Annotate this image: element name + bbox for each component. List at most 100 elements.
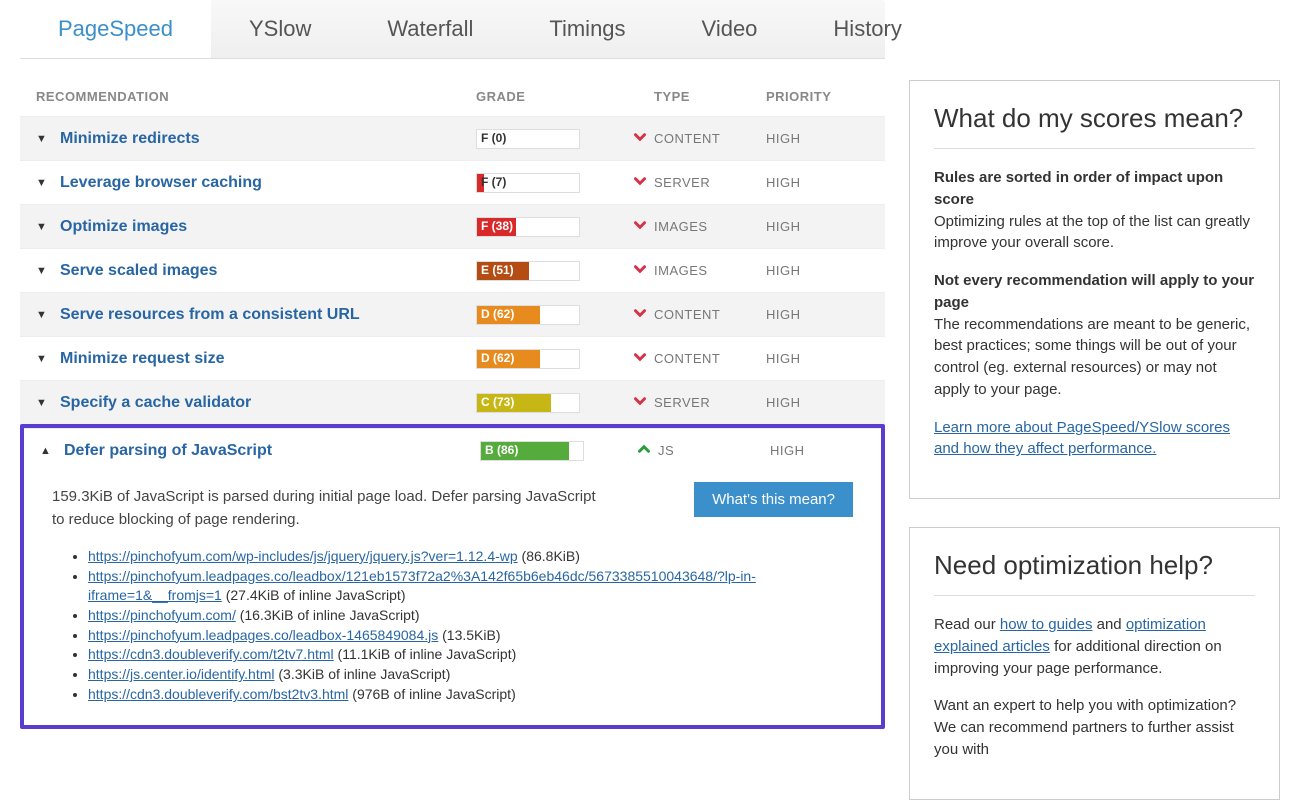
priority-cell: HIGH: [766, 131, 869, 146]
chevron-down-icon: [626, 260, 654, 281]
type-cell: IMAGES: [654, 219, 766, 234]
expanded-panel: ▲ Defer parsing of JavaScript B (86) JS …: [20, 424, 885, 729]
caret-down-icon: ▼: [36, 133, 50, 145]
list-item: https://pinchofyum.com/wp-includes/js/jq…: [88, 547, 853, 566]
header-type: TYPE: [654, 89, 766, 104]
grade-bar: B (86): [480, 441, 584, 461]
card-paragraph: Rules are sorted in order of impact upon…: [934, 167, 1255, 254]
chevron-down-icon: [626, 304, 654, 325]
priority-cell: HIGH: [766, 219, 869, 234]
how-to-guides-link[interactable]: how to guides: [1000, 616, 1093, 633]
caret-down-icon: ▼: [36, 353, 50, 365]
card-title: Need optimization help?: [934, 550, 1255, 596]
grade-text: E (51): [481, 263, 514, 277]
priority-cell: HIGH: [766, 351, 869, 366]
type-cell: CONTENT: [654, 307, 766, 322]
recommendation-label: Serve scaled images: [60, 262, 476, 280]
caret-down-icon: ▼: [36, 309, 50, 321]
priority-cell: HIGH: [766, 307, 869, 322]
tab-video[interactable]: Video: [664, 0, 796, 58]
grade-bar: F (7): [476, 173, 580, 193]
table-row[interactable]: ▼ Optimize images F (38) IMAGES HIGH: [20, 204, 885, 248]
tabs-bar: PageSpeedYSlowWaterfallTimingsVideoHisto…: [20, 0, 885, 59]
recommendation-label: Minimize request size: [60, 350, 476, 368]
whats-this-mean-button[interactable]: What's this mean?: [694, 482, 853, 517]
scores-meaning-card: What do my scores mean? Rules are sorted…: [909, 80, 1280, 499]
resource-link[interactable]: https://pinchofyum.com/: [88, 607, 236, 623]
recommendations-list: ▼ Minimize redirects F (0) CONTENT HIGH …: [20, 116, 885, 424]
tab-waterfall[interactable]: Waterfall: [349, 0, 511, 58]
header-priority: PRIORITY: [766, 89, 869, 104]
tab-history[interactable]: History: [795, 0, 939, 58]
type-cell: CONTENT: [654, 131, 766, 146]
header-grade: GRADE: [476, 89, 654, 104]
grade-cell: F (7): [476, 173, 626, 193]
caret-down-icon: ▼: [36, 397, 50, 409]
resource-size: (27.4KiB of inline JavaScript): [222, 587, 406, 603]
grade-bar: E (51): [476, 261, 580, 281]
table-row[interactable]: ▼ Leverage browser caching F (7) SERVER …: [20, 160, 885, 204]
caret-down-icon: ▼: [36, 177, 50, 189]
panel-description: 159.3KiB of JavaScript is parsed during …: [52, 486, 612, 531]
card-paragraph: Not every recommendation will apply to y…: [934, 270, 1255, 401]
card-title: What do my scores mean?: [934, 103, 1255, 149]
resource-link[interactable]: https://cdn3.doubleverify.com/bst2tv3.ht…: [88, 686, 348, 702]
resource-size: (976B of inline JavaScript): [348, 686, 515, 702]
priority-cell: HIGH: [766, 263, 869, 278]
resource-link[interactable]: https://js.center.io/identify.html: [88, 666, 275, 682]
grade-text: C (73): [481, 395, 514, 409]
tab-yslow[interactable]: YSlow: [211, 0, 349, 58]
header-recommendation: RECOMMENDATION: [36, 89, 476, 104]
recommendation-label: Minimize redirects: [60, 130, 476, 148]
list-item: https://pinchofyum.com/ (16.3KiB of inli…: [88, 606, 853, 625]
table-row[interactable]: ▼ Serve resources from a consistent URL …: [20, 292, 885, 336]
card-paragraph: Want an expert to help you with optimiza…: [934, 695, 1255, 760]
type-cell: IMAGES: [654, 263, 766, 278]
type-cell: CONTENT: [654, 351, 766, 366]
resource-link[interactable]: https://pinchofyum.leadpages.co/leadbox/…: [88, 568, 756, 603]
grade-bar: D (62): [476, 349, 580, 369]
chevron-up-icon: [630, 440, 658, 461]
grade-text: F (7): [481, 175, 506, 189]
resource-link[interactable]: https://pinchofyum.leadpages.co/leadbox-…: [88, 627, 438, 643]
chevron-down-icon: [626, 172, 654, 193]
recommendation-label: Defer parsing of JavaScript: [64, 442, 480, 460]
chevron-down-icon: [626, 392, 654, 413]
caret-up-icon: ▲: [40, 445, 54, 457]
sidebar: What do my scores mean? Rules are sorted…: [909, 0, 1280, 800]
resource-size: (13.5KiB): [438, 627, 500, 643]
grade-cell: D (62): [476, 349, 626, 369]
table-row[interactable]: ▼ Minimize redirects F (0) CONTENT HIGH: [20, 116, 885, 160]
resource-link[interactable]: https://cdn3.doubleverify.com/t2tv7.html: [88, 646, 334, 662]
chevron-down-icon: [626, 128, 654, 149]
table-row[interactable]: ▼ Specify a cache validator C (73) SERVE…: [20, 380, 885, 424]
recommendation-label: Leverage browser caching: [60, 174, 476, 192]
grade-cell: F (38): [476, 217, 626, 237]
resource-link[interactable]: https://pinchofyum.com/wp-includes/js/jq…: [88, 548, 518, 564]
table-header: RECOMMENDATION GRADE TYPE PRIORITY: [20, 59, 885, 116]
resource-list: https://pinchofyum.com/wp-includes/js/jq…: [88, 547, 853, 704]
tab-pagespeed[interactable]: PageSpeed: [20, 0, 211, 58]
recommendation-label: Serve resources from a consistent URL: [60, 306, 476, 324]
resource-size: (86.8KiB): [518, 548, 580, 564]
grade-text: F (0): [481, 131, 506, 145]
table-row[interactable]: ▼ Serve scaled images E (51) IMAGES HIGH: [20, 248, 885, 292]
chevron-down-icon: [626, 216, 654, 237]
list-item: https://pinchofyum.leadpages.co/leadbox-…: [88, 626, 853, 645]
resource-size: (11.1KiB of inline JavaScript): [334, 646, 517, 662]
priority-cell: HIGH: [770, 443, 865, 458]
recommendation-label: Optimize images: [60, 218, 476, 236]
list-item: https://pinchofyum.leadpages.co/leadbox/…: [88, 567, 853, 605]
panel-body: What's this mean? 159.3KiB of JavaScript…: [24, 472, 881, 725]
tab-timings[interactable]: Timings: [511, 0, 663, 58]
learn-more-link[interactable]: Learn more about PageSpeed/YSlow scores …: [934, 419, 1230, 458]
grade-bar: C (73): [476, 393, 580, 413]
caret-down-icon: ▼: [36, 265, 50, 277]
grade-text: F (38): [481, 219, 513, 233]
type-cell: JS: [658, 443, 770, 458]
table-row[interactable]: ▼ Minimize request size D (62) CONTENT H…: [20, 336, 885, 380]
grade-cell: E (51): [476, 261, 626, 281]
grade-bar: D (62): [476, 305, 580, 325]
grade-cell: D (62): [476, 305, 626, 325]
table-row[interactable]: ▲ Defer parsing of JavaScript B (86) JS …: [24, 428, 881, 472]
